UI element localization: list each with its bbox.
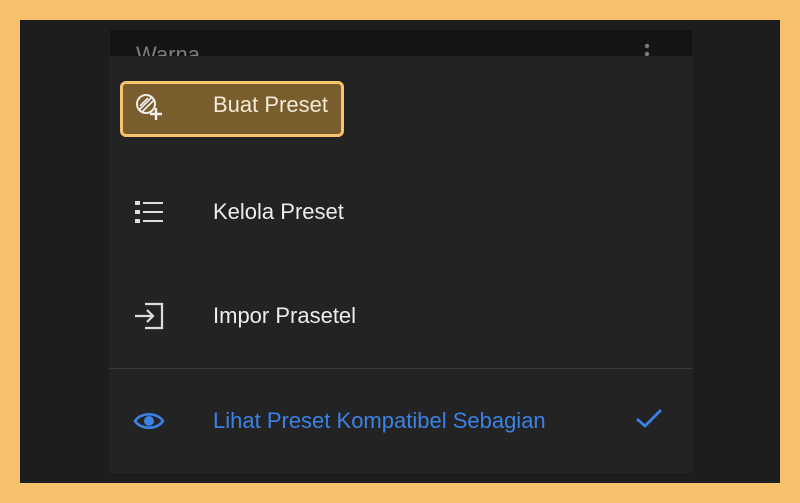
- import-icon: [129, 296, 169, 336]
- app-screen: Warna Buat Preset Kelola Preset Impor Pr…: [20, 20, 780, 483]
- menu-item-label: Impor Prasetel: [213, 303, 357, 328]
- create-preset-icon: [129, 87, 169, 127]
- menu-item-view-partial-compatible[interactable]: Lihat Preset Kompatibel Sebagian: [109, 369, 693, 473]
- menu-item-label: Lihat Preset Kompatibel Sebagian: [213, 408, 546, 433]
- menu-item-import-preset[interactable]: Impor Prasetel: [109, 264, 693, 368]
- menu-item-create-preset[interactable]: Buat Preset: [109, 56, 693, 160]
- manage-list-icon: [129, 192, 169, 232]
- menu-item-label: Buat Preset: [213, 92, 328, 117]
- eye-icon: [129, 401, 169, 441]
- menu-item-label: Kelola Preset: [213, 199, 344, 224]
- checkmark-icon: [635, 407, 663, 434]
- preset-menu: Buat Preset Kelola Preset Impor Prasetel…: [109, 56, 693, 473]
- menu-item-manage-preset[interactable]: Kelola Preset: [109, 160, 693, 264]
